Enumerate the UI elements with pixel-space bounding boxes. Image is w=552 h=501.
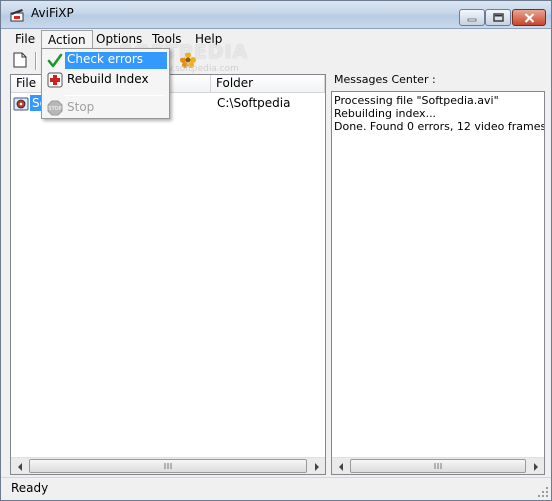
maximize-button[interactable]	[485, 9, 511, 26]
flower-icon	[179, 51, 197, 72]
row-folder: C:\Softpedia	[217, 96, 291, 110]
messages-text: Processing file "Softpedia.avi" Rebuildi…	[334, 94, 544, 133]
menu-options[interactable]: Options	[90, 30, 148, 48]
title-bar[interactable]: AviFiXP	[1, 1, 551, 29]
file-list[interactable]: File Folder So C:\Softpedia	[10, 74, 326, 475]
clapperboard-icon	[9, 7, 25, 23]
menu-item-check-errors[interactable]: Check errors	[44, 51, 167, 70]
new-file-icon	[13, 52, 27, 71]
message-line: Done. Found 0 errors, 12 video frames, 1…	[334, 120, 544, 133]
close-button[interactable]	[512, 9, 546, 26]
message-line: Processing file "Softpedia.avi"	[334, 94, 499, 107]
scroll-left-icon[interactable]	[332, 458, 349, 475]
menu-action[interactable]: Action	[41, 30, 93, 48]
menu-item-stop[interactable]: STOP Stop	[44, 98, 167, 117]
green-check-icon	[46, 52, 63, 69]
scroll-left-icon[interactable]	[11, 458, 28, 475]
file-list-hscrollbar[interactable]	[11, 457, 325, 474]
new-file-button[interactable]	[9, 50, 31, 72]
menu-item-label: Rebuild Index	[67, 72, 149, 86]
messages-center[interactable]: Processing file "Softpedia.avi" Rebuildi…	[331, 91, 545, 475]
scroll-thumb[interactable]	[350, 459, 526, 473]
menu-tools[interactable]: Tools	[146, 30, 188, 48]
resize-grip-icon[interactable]	[537, 486, 549, 498]
scroll-thumb[interactable]	[29, 459, 307, 473]
window-title: AviFiXP	[31, 6, 74, 20]
messages-center-label: Messages Center :	[334, 73, 436, 86]
status-text: Ready	[11, 481, 49, 495]
toolbar-separator	[35, 52, 37, 70]
messages-hscrollbar[interactable]	[332, 457, 544, 474]
menu-separator	[65, 95, 165, 96]
svg-text:STOP: STOP	[48, 106, 61, 112]
menu-help[interactable]: Help	[189, 30, 228, 48]
stop-sign-icon: STOP	[46, 99, 63, 116]
red-cross-icon	[46, 71, 63, 88]
action-menu: Check errors Rebuild Index STOP Stop	[41, 48, 170, 119]
column-header-folder[interactable]: Folder	[211, 75, 325, 93]
menu-item-rebuild-index[interactable]: Rebuild Index	[44, 70, 167, 89]
menu-bar: File Action Options Tools Help	[1, 29, 551, 48]
status-bar: Ready	[1, 477, 551, 500]
scroll-right-icon[interactable]	[308, 458, 325, 475]
video-file-icon	[13, 96, 29, 112]
menu-item-label: Stop	[67, 100, 95, 114]
app-window: AviFiXP File Action Options Tools Help S…	[0, 0, 552, 501]
minimize-button[interactable]	[459, 9, 485, 26]
menu-file[interactable]: File	[9, 30, 41, 48]
menu-item-label: Check errors	[65, 52, 167, 69]
flower-button[interactable]	[177, 50, 199, 72]
message-line: Rebuilding index...	[334, 107, 437, 120]
scroll-right-icon[interactable]	[527, 458, 544, 475]
